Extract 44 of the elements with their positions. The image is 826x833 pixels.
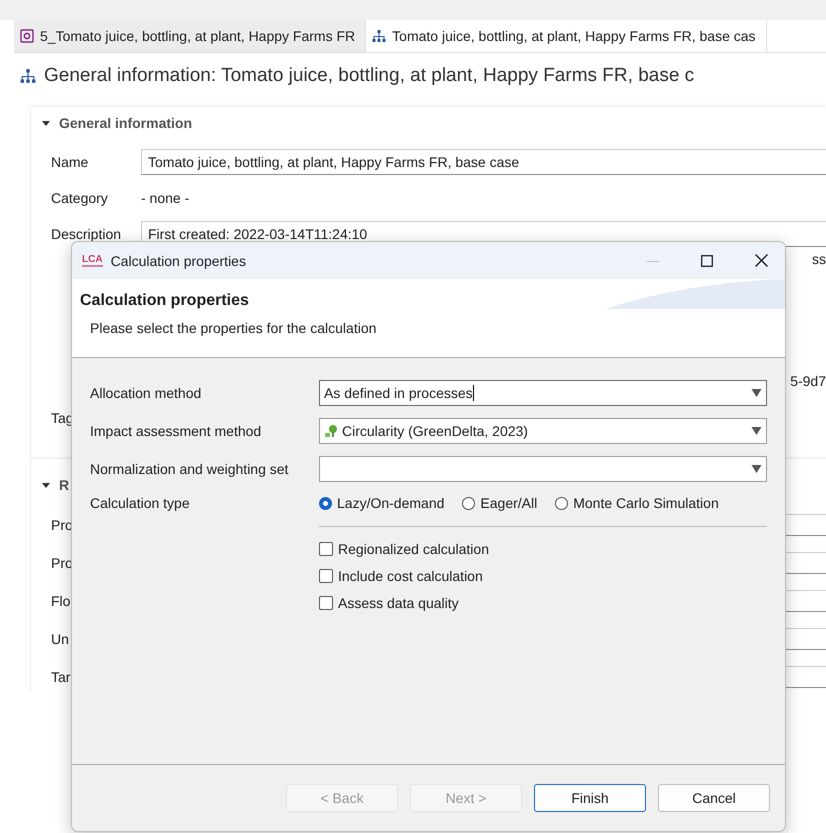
dialog-heading: Calculation properties xyxy=(80,291,249,310)
dropdown-arrow-icon[interactable] xyxy=(751,465,762,473)
gear-icon xyxy=(20,29,34,43)
dialog-button[interactable]: Cancel xyxy=(658,784,770,812)
close-icon[interactable] xyxy=(755,254,768,267)
caret-icon[interactable] xyxy=(41,480,51,490)
field-label: Un xyxy=(51,631,70,647)
field-label: Name xyxy=(51,154,90,170)
dropdown-arrow-icon[interactable] xyxy=(751,389,762,397)
dialog-description: Please select the properties for the calculation xyxy=(89,319,378,336)
checkbox[interactable]: Assess data quality xyxy=(319,595,767,611)
dropdown-field[interactable]: Circularity (GreenDelta, 2023) xyxy=(319,418,767,444)
field-label: Impact assessment method xyxy=(90,423,262,439)
editor-tab[interactable]: 5_Tomato juice, bottling, at plant, Happy Farms FR xyxy=(14,20,366,52)
radio-button[interactable]: Monte Carlo Simulation xyxy=(555,495,719,511)
field-label: Normalization and weighting set xyxy=(90,461,290,477)
dropdown-field[interactable] xyxy=(319,456,767,482)
maximize-icon[interactable] xyxy=(701,254,713,266)
field-value: 5-9d7 xyxy=(790,373,826,389)
field-label: Description xyxy=(51,226,122,242)
dialog-button[interactable]: Finish xyxy=(534,784,646,812)
editor-title: General information: Tomato juice, bottling, at plant, Happy Farms FR, base c xyxy=(44,65,694,87)
field-label: Tar xyxy=(51,669,72,685)
radio-button[interactable]: Lazy/On-demand xyxy=(319,495,444,511)
section-title[interactable]: R xyxy=(59,477,70,493)
radio-button[interactable]: Eager/All xyxy=(462,495,538,511)
tree-icon xyxy=(324,424,338,438)
field-label: Category xyxy=(51,190,109,206)
section-title[interactable]: General information xyxy=(59,115,192,131)
dropdown-arrow-icon[interactable] xyxy=(751,427,762,435)
checkbox[interactable]: Regionalized calculation xyxy=(319,541,767,557)
hierarchy-icon xyxy=(372,29,386,43)
dropdown-field[interactable]: As defined in processes xyxy=(319,380,767,406)
app-logo: LCA xyxy=(82,254,103,266)
text-field[interactable]: Tomato juice, bottling, at plant, Happy Farms FR, base case xyxy=(141,149,826,175)
field-label: Flo xyxy=(51,593,72,609)
field-value: ss xyxy=(812,251,826,267)
field-label: Allocation method xyxy=(90,385,202,401)
field-label: Calculation type xyxy=(90,495,191,511)
caret-icon[interactable] xyxy=(41,118,51,128)
hierarchy-icon xyxy=(20,68,36,84)
checkbox[interactable]: Include cost calculation xyxy=(319,568,767,584)
field-value: - none - xyxy=(141,190,190,206)
window-title: Calculation properties xyxy=(110,252,246,268)
